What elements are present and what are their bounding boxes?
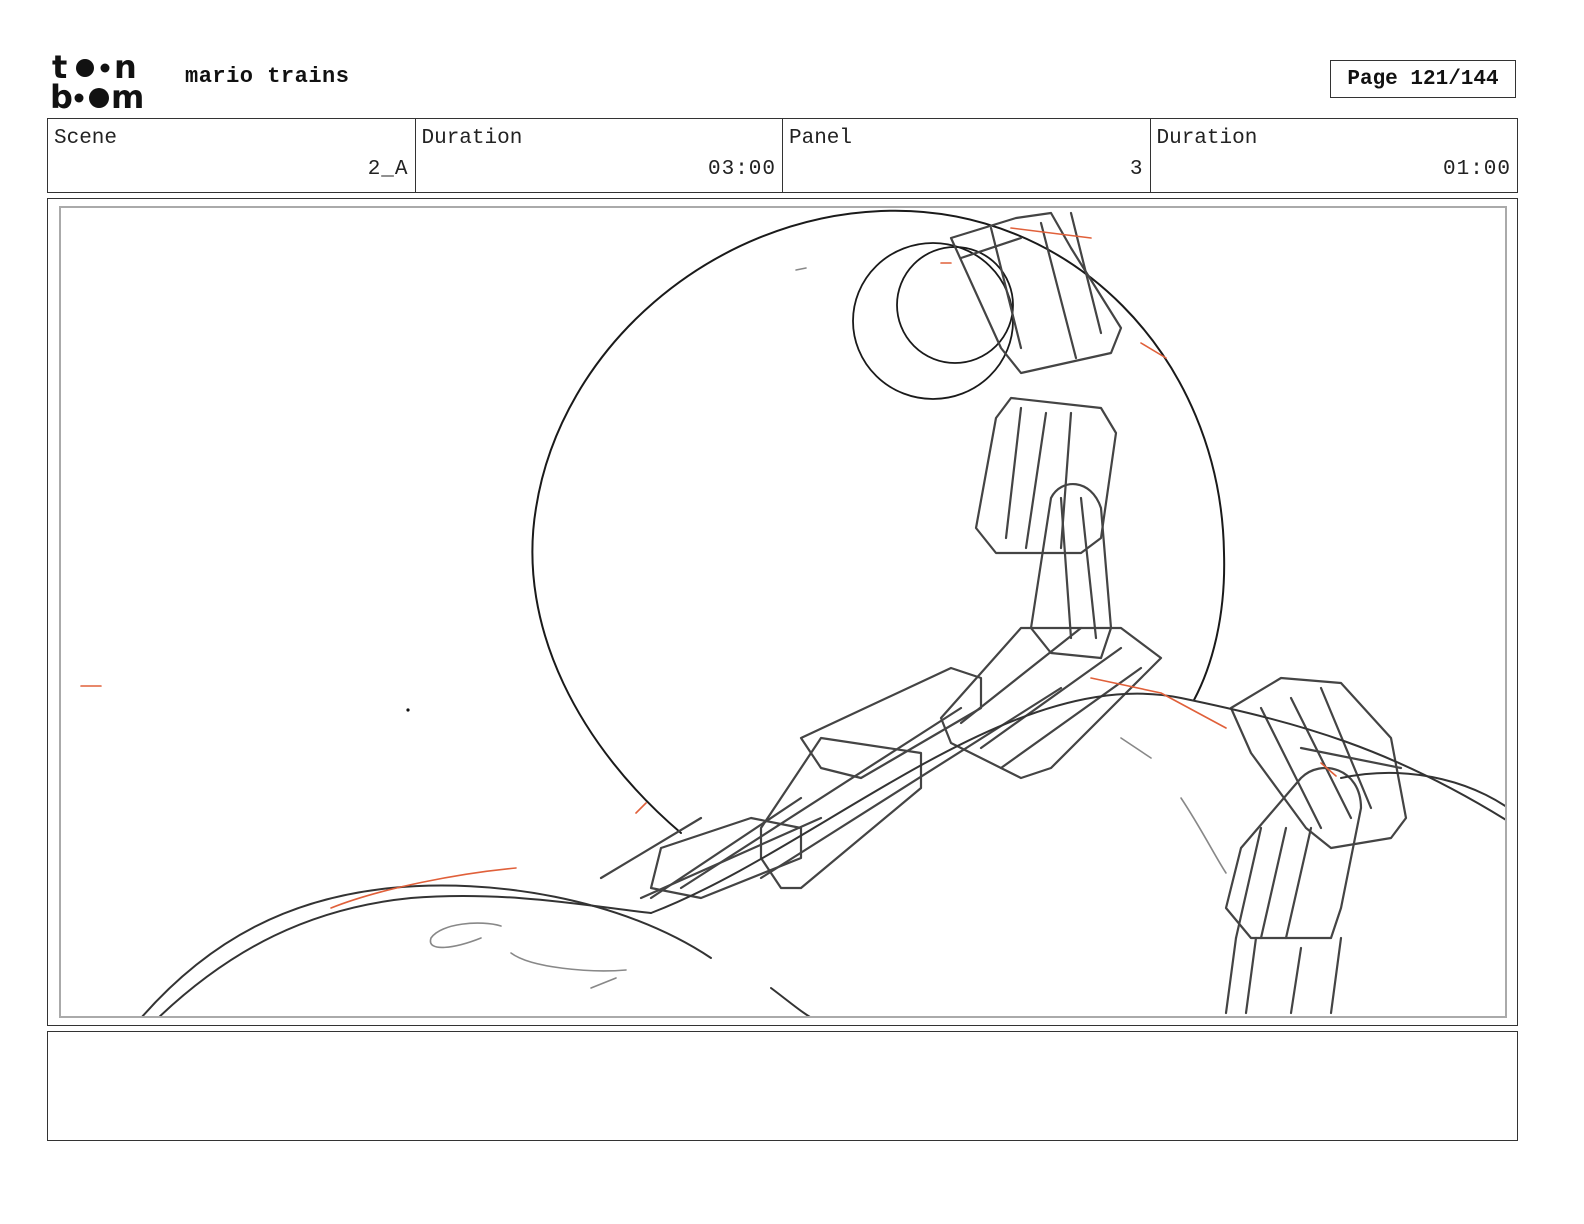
scene-duration-label: Duration (421, 127, 523, 150)
sketch-big-circle (531, 209, 1226, 834)
panel-cell: Panel 3 (783, 119, 1151, 192)
sketch-small-circle-inner (896, 246, 1014, 364)
panel-value: 3 (1129, 158, 1144, 181)
toonboom-logo: t n b m (50, 50, 144, 112)
panel-duration-cell: Duration 01:00 (1151, 119, 1518, 192)
scene-value: 2_A (367, 158, 409, 181)
scene-cell: Scene 2_A (48, 119, 416, 192)
svg-text:b: b (50, 78, 73, 112)
panel-image (59, 206, 1507, 1018)
sketch-red-marks (80, 227, 1337, 909)
sketch-dot (406, 708, 410, 712)
scene-label: Scene (54, 127, 118, 150)
project-title: mario trains (185, 64, 350, 89)
panel-duration-value: 01:00 (1442, 158, 1511, 181)
page-number: Page 121/144 (1330, 60, 1516, 98)
scene-duration-cell: Duration 03:00 (416, 119, 783, 192)
panel-label: Panel (789, 127, 853, 150)
sketch-right-chain (1224, 676, 1408, 1015)
storyboard-sketch (80, 209, 1505, 1016)
sketch-ground (141, 692, 1505, 1016)
sketch-chain-links (599, 211, 1163, 900)
scene-duration-value: 03:00 (707, 158, 776, 181)
panel-notes (47, 1031, 1518, 1141)
panel-info-table: Scene 2_A Duration 03:00 Panel 3 Duratio… (47, 118, 1518, 193)
panel-duration-label: Duration (1156, 127, 1258, 150)
svg-text:m: m (111, 78, 144, 112)
panel-frame (47, 198, 1518, 1026)
